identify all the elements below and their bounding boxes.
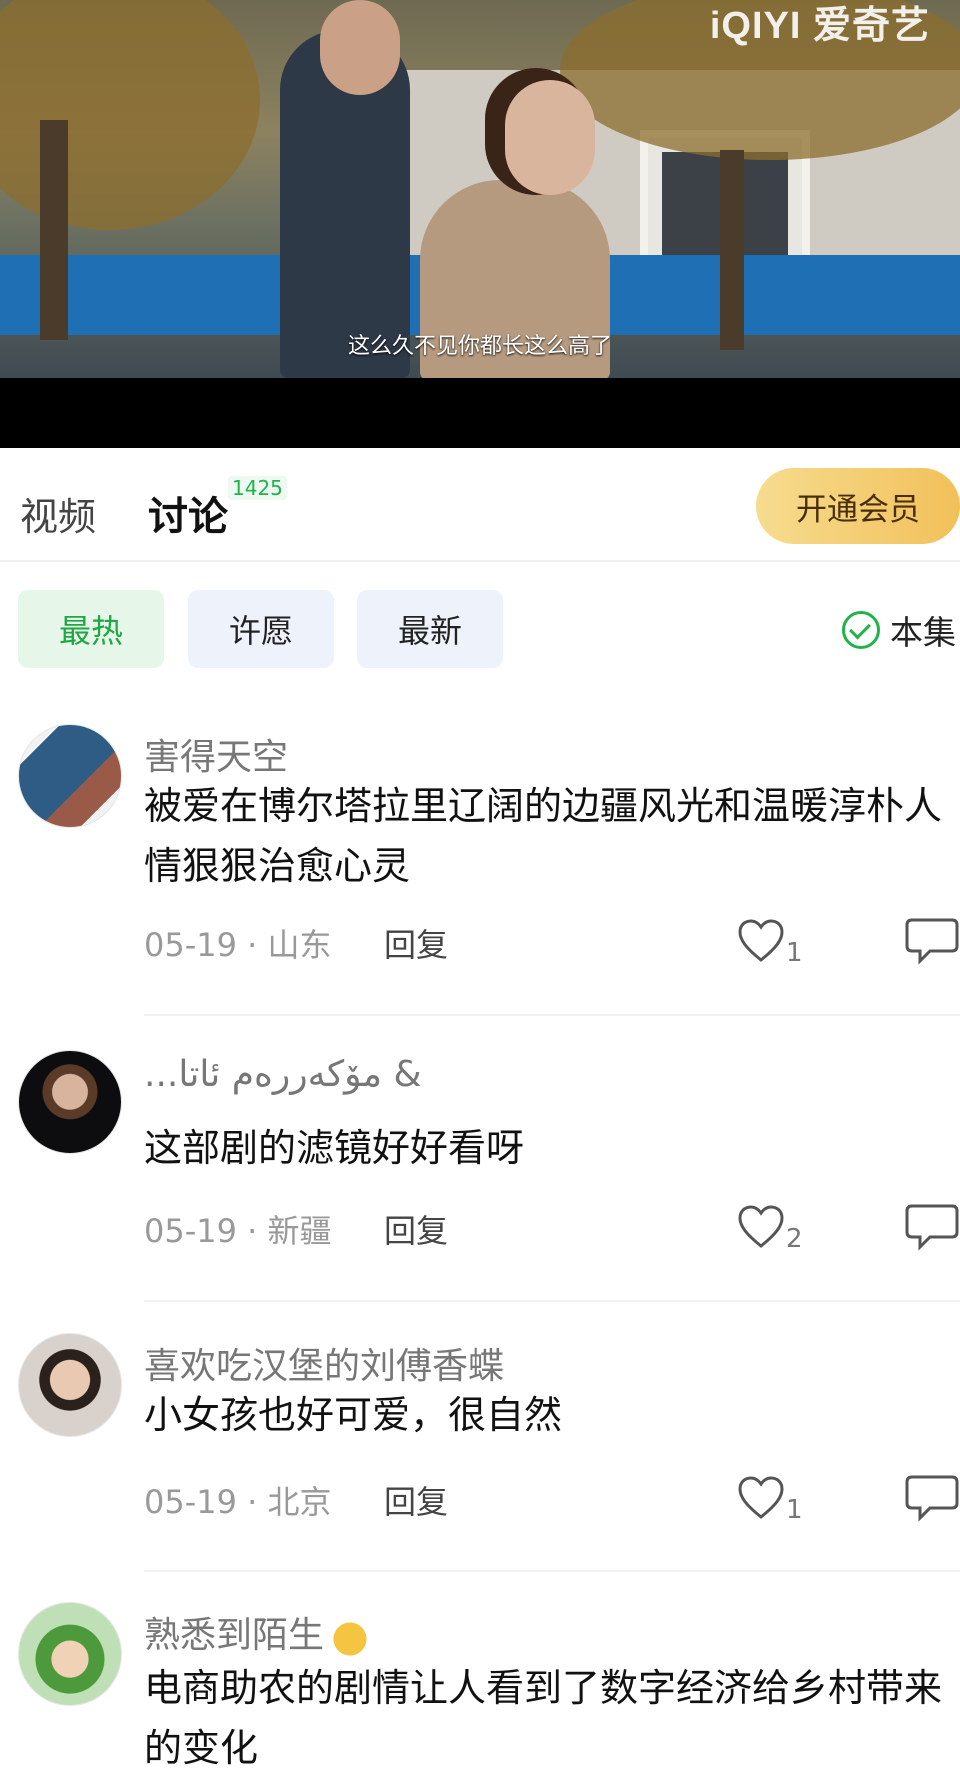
avatar[interactable] bbox=[18, 1333, 122, 1437]
video-figure-woman-head bbox=[505, 80, 595, 195]
tab-bar: 视频 讨论 1425 开通会员 bbox=[0, 448, 960, 562]
filter-hot[interactable]: 最热 bbox=[18, 590, 164, 668]
comment-item: 害得天空 被爱在博尔塔拉里辽阔的边疆风光和温暖淳朴人情狠狠治愈心灵 05-19 … bbox=[0, 724, 960, 1024]
comment-item: 熟悉到陌生 电商助农的剧情让人看到了数字经济给乡村带来的变化 bbox=[0, 1602, 960, 1778]
comment-item: 喜欢吃汉堡的刘傅香蝶 小女孩也好可爱，很自然 05-19 · 北京 回复 1 bbox=[0, 1333, 960, 1593]
video-figure-man-head bbox=[320, 0, 400, 95]
comment-text: 这部剧的滤镜好好看呀 bbox=[144, 1126, 525, 1170]
episode-label: 本集 bbox=[890, 613, 956, 652]
comment-username[interactable]: 喜欢吃汉堡的刘傅香蝶 bbox=[144, 1337, 504, 1389]
video-tree bbox=[0, 0, 260, 230]
iqiyi-logo: iQIYI 爱奇艺 bbox=[709, 5, 930, 47]
reply-button[interactable]: 回复 bbox=[384, 920, 448, 966]
like-count: 2 bbox=[786, 1224, 803, 1254]
comment-username[interactable]: ...مۆكەررەم ئاتا & bbox=[144, 1054, 422, 1095]
comment-date-location: 05-19 · 新疆 bbox=[144, 1212, 332, 1250]
like-count: 1 bbox=[786, 938, 803, 968]
comment-username[interactable]: 熟悉到陌生 bbox=[144, 1606, 371, 1658]
filter-newest[interactable]: 最新 bbox=[357, 590, 503, 668]
video-trunk bbox=[720, 150, 744, 350]
heart-icon[interactable] bbox=[736, 1473, 786, 1523]
tab-video[interactable]: 视频 bbox=[20, 486, 96, 541]
comment-item: ...مۆكەررەم ئاتا & 这部剧的滤镜好好看呀 05-19 · 新疆… bbox=[0, 1050, 960, 1310]
avatar[interactable] bbox=[18, 724, 122, 828]
video-player[interactable]: iQIYI 爱奇艺 这么久不见你都长这么高了 bbox=[0, 0, 960, 378]
check-circle-icon bbox=[842, 611, 880, 649]
video-letterbox bbox=[0, 378, 960, 448]
comment-date-location: 05-19 · 北京 bbox=[144, 1483, 332, 1521]
comment-text: 被爱在博尔塔拉里辽阔的边疆风光和温暖淳朴人情狠狠治愈心灵 bbox=[144, 784, 943, 888]
discussion-panel: 视频 讨论 1425 开通会员 最热 许愿 最新 本集 害得天空 被爱在博尔塔拉… bbox=[0, 448, 960, 1778]
comment-username-text: 熟悉到陌生 bbox=[144, 1615, 325, 1656]
comment-date-location: 05-19 · 山东 bbox=[144, 926, 332, 964]
comment-username[interactable]: 害得天空 bbox=[144, 728, 288, 780]
comment-divider bbox=[144, 1570, 960, 1572]
like-count: 1 bbox=[786, 1495, 803, 1525]
video-subtitle: 这么久不见你都长这么高了 bbox=[347, 334, 612, 359]
comment-text: 电商助农的剧情让人看到了数字经济给乡村带来的变化 bbox=[144, 1666, 943, 1770]
share-icon[interactable] bbox=[902, 1471, 960, 1523]
share-icon[interactable] bbox=[902, 1200, 960, 1252]
heart-icon[interactable] bbox=[736, 1202, 786, 1252]
video-trunk bbox=[40, 120, 68, 340]
comment-text: 小女孩也好可爱，很自然 bbox=[144, 1393, 563, 1437]
reply-button[interactable]: 回复 bbox=[384, 1206, 448, 1252]
episode-filter[interactable]: 本集 bbox=[842, 606, 956, 654]
comment-divider bbox=[144, 1300, 960, 1302]
clap-emoji-icon bbox=[330, 1617, 371, 1657]
filter-wish[interactable]: 许愿 bbox=[188, 590, 334, 668]
avatar[interactable] bbox=[18, 1050, 122, 1154]
filter-bar: 最热 许愿 最新 本集 bbox=[0, 590, 960, 670]
heart-icon[interactable] bbox=[736, 916, 786, 966]
avatar[interactable] bbox=[18, 1602, 122, 1706]
tab-discussion[interactable]: 讨论 bbox=[148, 484, 228, 542]
vip-button[interactable]: 开通会员 bbox=[756, 468, 960, 544]
share-icon[interactable] bbox=[902, 914, 960, 966]
reply-button[interactable]: 回复 bbox=[384, 1477, 448, 1523]
comment-divider bbox=[144, 1014, 960, 1016]
discussion-count-badge: 1425 bbox=[228, 476, 287, 500]
